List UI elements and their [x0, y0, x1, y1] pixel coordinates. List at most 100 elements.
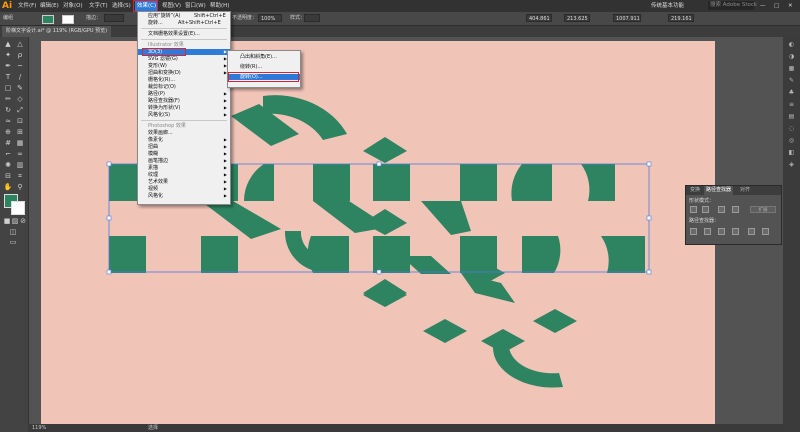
- menu-item-pixelate[interactable]: 像素化 ▶: [138, 137, 230, 143]
- menu-item-stylize[interactable]: 风格化(S) ▶: [138, 112, 230, 118]
- stroke-weight-field[interactable]: [104, 14, 124, 22]
- menu-edit[interactable]: 编辑(E): [40, 0, 59, 12]
- menu-item-pathfinder[interactable]: 路径查找器(F) ▶: [138, 98, 230, 104]
- width-field[interactable]: 1007.911: [613, 14, 641, 22]
- menu-item-sketch[interactable]: 素描 ▶: [138, 165, 230, 171]
- submenu-extrude-bevel[interactable]: 凸出和斜角(E)...: [228, 54, 300, 60]
- crop-button[interactable]: [732, 228, 739, 235]
- paintbrush-icon[interactable]: ✎: [15, 84, 25, 92]
- minus-front-button[interactable]: [702, 206, 709, 213]
- menu-item-blur[interactable]: 模糊 ▶: [138, 151, 230, 157]
- graph-tool-icon[interactable]: ▥: [15, 161, 25, 169]
- menu-item-distort-transform[interactable]: 扭曲和变换(D) ▶: [138, 70, 230, 76]
- transparency-icon[interactable]: ◌: [787, 125, 796, 133]
- menu-item-svg-filters[interactable]: SVG 滤镜(G) ▶: [138, 56, 230, 62]
- none-mode-icon[interactable]: ⊘: [18, 217, 28, 225]
- stock-search-input[interactable]: 搜索 Adobe Stock: [708, 1, 757, 10]
- height-field[interactable]: 219.161: [668, 14, 694, 22]
- blend-tool-icon[interactable]: ∞: [15, 150, 25, 158]
- unite-button[interactable]: [690, 206, 697, 213]
- menu-select[interactable]: 选择(S): [112, 0, 131, 12]
- swatches-icon[interactable]: ▦: [787, 65, 796, 73]
- shape-builder-icon[interactable]: ⊕: [3, 128, 13, 136]
- lasso-icon[interactable]: ρ: [15, 51, 25, 59]
- y-field[interactable]: 213.625: [564, 14, 590, 22]
- line-tool-icon[interactable]: /: [15, 73, 25, 81]
- stroke-swatch[interactable]: [62, 15, 74, 24]
- menu-item-rasterize[interactable]: 栅格化(R)...: [138, 77, 230, 83]
- fill-swatch[interactable]: [42, 15, 54, 24]
- style-dropdown[interactable]: [304, 14, 320, 22]
- graphic-styles-icon[interactable]: ◧: [787, 149, 796, 157]
- trim-button[interactable]: [704, 228, 711, 235]
- direct-selection-tool-icon[interactable]: △: [15, 40, 25, 48]
- menu-item-video[interactable]: 视频 ▶: [138, 186, 230, 192]
- slice-tool-icon[interactable]: ⌗: [15, 172, 25, 180]
- outline-button[interactable]: [748, 228, 755, 235]
- menu-item-apply-last[interactable]: 应用“旋转”(A) Shift+Ctrl+E: [138, 13, 230, 19]
- width-tool-icon[interactable]: ≈: [3, 117, 13, 125]
- free-transform-icon[interactable]: ⊡: [15, 117, 25, 125]
- menu-item-texture[interactable]: 纹理 ▶: [138, 172, 230, 178]
- document-tab[interactable]: 阶梯文字设计.ai* @ 119% (RGB/GPU 预览): [2, 26, 112, 37]
- magic-wand-icon[interactable]: ✦: [3, 51, 13, 59]
- opacity-field[interactable]: 100%: [258, 14, 282, 22]
- appearance-icon[interactable]: ◎: [787, 137, 796, 145]
- brushes-icon[interactable]: ✎: [787, 77, 796, 85]
- menu-item-distort[interactable]: 扭曲 ▶: [138, 144, 230, 150]
- menu-item-warp[interactable]: 变形(W) ▶: [138, 63, 230, 69]
- drawing-mode-icon[interactable]: ◫: [8, 228, 18, 236]
- expand-button[interactable]: 扩展: [750, 206, 776, 213]
- rectangle-tool-icon[interactable]: □: [3, 84, 13, 92]
- eyedropper-icon[interactable]: ⌐: [3, 150, 13, 158]
- menu-item-brush-strokes[interactable]: 画笔描边 ▶: [138, 158, 230, 164]
- layers-icon[interactable]: ◈: [787, 161, 796, 169]
- menu-item-rotate-last[interactable]: 旋转... Alt+Shift+Ctrl+E: [138, 20, 230, 26]
- close-icon[interactable]: ✕: [788, 0, 793, 12]
- perspective-grid-icon[interactable]: ⊞: [15, 128, 25, 136]
- mesh-tool-icon[interactable]: #: [3, 139, 13, 147]
- x-field[interactable]: 404.861: [526, 14, 552, 22]
- rotate-tool-icon[interactable]: ↻: [3, 106, 13, 114]
- minus-back-button[interactable]: [762, 228, 769, 235]
- eraser-icon[interactable]: ◇: [15, 95, 25, 103]
- workspace-switcher[interactable]: 传统基本功能: [651, 0, 684, 12]
- stroke-panel-icon[interactable]: ≡: [787, 101, 796, 109]
- symbol-sprayer-icon[interactable]: ✺: [3, 161, 13, 169]
- divide-button[interactable]: [690, 228, 697, 235]
- menu-file[interactable]: 文件(F): [18, 0, 36, 12]
- exclude-button[interactable]: [732, 206, 739, 213]
- stroke-color-swatch[interactable]: [11, 201, 25, 215]
- tab-pathfinder[interactable]: 路径查找器: [704, 186, 734, 195]
- shaper-tool-icon[interactable]: ✏: [3, 95, 13, 103]
- type-tool-icon[interactable]: T: [3, 73, 13, 81]
- merge-button[interactable]: [718, 228, 725, 235]
- menu-item-path[interactable]: 路径(P) ▶: [138, 91, 230, 97]
- menu-item-crop-marks[interactable]: 裁剪标记(O): [138, 84, 230, 90]
- menu-item-convert-to-shape[interactable]: 转换为形状(V) ▶: [138, 105, 230, 111]
- selection-tool-icon[interactable]: ▲: [3, 40, 13, 48]
- artboard-tool-icon[interactable]: ⊟: [3, 172, 13, 180]
- menu-item-effect-gallery[interactable]: 效果画廊...: [138, 130, 230, 136]
- zoom-level[interactable]: 119%: [32, 424, 46, 432]
- symbols-icon[interactable]: ♣: [787, 89, 796, 97]
- menu-object[interactable]: 对象(O): [63, 0, 83, 12]
- zoom-tool-icon[interactable]: ⚲: [15, 183, 25, 191]
- tab-align[interactable]: 对齐: [738, 186, 752, 195]
- menu-item-ps-stylize[interactable]: 风格化 ▶: [138, 193, 230, 199]
- curvature-tool-icon[interactable]: ~: [15, 62, 25, 70]
- hand-tool-icon[interactable]: ✋: [3, 183, 13, 191]
- color-panel-icon[interactable]: ◐: [787, 41, 796, 49]
- gradient-tool-icon[interactable]: ▦: [15, 139, 25, 147]
- submenu-revolve[interactable]: 绕转(R)...: [228, 64, 300, 70]
- minimize-icon[interactable]: —: [760, 0, 766, 12]
- maximize-icon[interactable]: □: [774, 0, 779, 12]
- color-guide-icon[interactable]: ◑: [787, 53, 796, 61]
- pen-tool-icon[interactable]: ✒: [3, 62, 13, 70]
- menu-item-artistic[interactable]: 艺术效果 ▶: [138, 179, 230, 185]
- gradient-panel-icon[interactable]: ▤: [787, 113, 796, 121]
- scale-tool-icon[interactable]: ⤢: [15, 106, 25, 114]
- intersect-button[interactable]: [718, 206, 725, 213]
- menu-type[interactable]: 文字(T): [89, 0, 108, 12]
- screen-mode-icon[interactable]: ▭: [8, 238, 18, 246]
